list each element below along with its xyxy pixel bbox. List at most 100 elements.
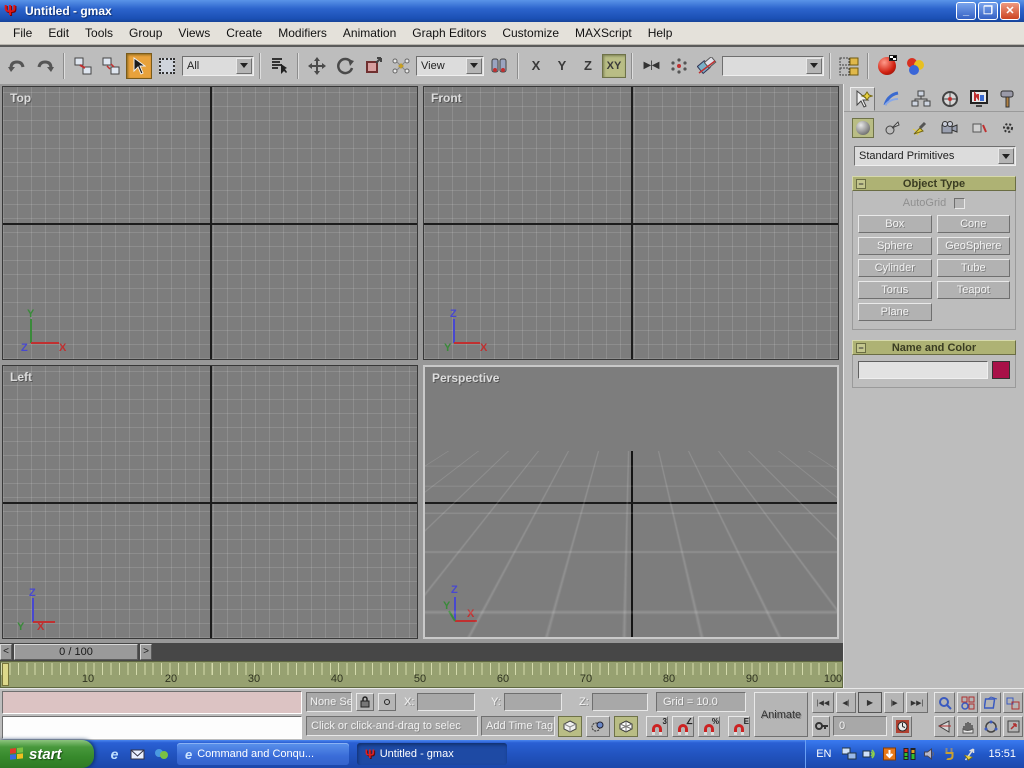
- tab-motion[interactable]: [937, 87, 962, 111]
- select-and-rotate-icon[interactable]: [332, 53, 358, 79]
- add-time-tag[interactable]: Add Time Tag: [481, 716, 555, 736]
- wireless-network-icon[interactable]: [862, 747, 877, 761]
- use-pivot-point-icon[interactable]: [486, 53, 512, 79]
- tab-display[interactable]: [966, 87, 991, 111]
- selection-region-icon[interactable]: [154, 53, 180, 79]
- menu-maxscript[interactable]: MAXScript: [568, 23, 639, 43]
- pan-hand-icon[interactable]: [957, 716, 978, 737]
- zoom-extents-icon[interactable]: [980, 692, 1001, 713]
- menu-views[interactable]: Views: [171, 23, 217, 43]
- chevron-down-icon[interactable]: [236, 58, 252, 74]
- chevron-down-icon[interactable]: [806, 58, 822, 74]
- angle-snap-icon[interactable]: ∠: [672, 716, 694, 737]
- box-button[interactable]: Box: [858, 215, 932, 233]
- reference-coordinate-dropdown[interactable]: View: [416, 56, 484, 76]
- volume-mixer-icon[interactable]: [902, 747, 917, 761]
- undo-icon[interactable]: [4, 53, 30, 79]
- percent-snap-icon[interactable]: %: [698, 716, 720, 737]
- unlink-selection-icon[interactable]: [98, 53, 124, 79]
- named-selection-sets-dropdown[interactable]: [722, 56, 824, 76]
- paint-selection-region-icon[interactable]: [586, 716, 610, 737]
- close-button[interactable]: ✕: [1000, 2, 1020, 20]
- viewport-front[interactable]: Front Z Y X: [423, 86, 839, 360]
- chevron-down-icon[interactable]: [998, 148, 1014, 164]
- autogrid-checkbox[interactable]: [954, 198, 965, 209]
- select-object-icon[interactable]: [126, 53, 152, 79]
- set-key-icon[interactable]: [812, 716, 830, 737]
- select-and-scale-icon[interactable]: [360, 53, 386, 79]
- selection-filter-dropdown[interactable]: All: [182, 56, 254, 76]
- min-max-toggle-icon[interactable]: [1003, 716, 1023, 737]
- sphere-button[interactable]: Sphere: [858, 237, 932, 255]
- geosphere-button[interactable]: GeoSphere: [937, 237, 1011, 255]
- category-lights[interactable]: [910, 118, 932, 138]
- start-button[interactable]: start: [0, 740, 94, 768]
- render-icon[interactable]: [874, 53, 900, 79]
- cylinder-button[interactable]: Cylinder: [858, 259, 932, 277]
- use-center-flyout-icon[interactable]: [388, 53, 414, 79]
- animate-button[interactable]: Animate: [754, 692, 808, 737]
- teapot-button[interactable]: Teapot: [937, 281, 1011, 299]
- next-frame-arrow[interactable]: >: [140, 644, 152, 660]
- viewport-top[interactable]: Top Y Z X: [2, 86, 418, 360]
- category-shapes[interactable]: [881, 118, 903, 138]
- restrict-y-button[interactable]: Y: [550, 54, 574, 78]
- previous-frame-button[interactable]: ◀|: [836, 692, 856, 713]
- restrict-z-button[interactable]: Z: [576, 54, 600, 78]
- chevron-down-icon[interactable]: [466, 58, 482, 74]
- menu-tools[interactable]: Tools: [78, 23, 120, 43]
- go-to-start-button[interactable]: |◀◀: [812, 692, 834, 713]
- y-coord-field[interactable]: [504, 693, 562, 711]
- language-indicator[interactable]: EN: [816, 748, 831, 760]
- tab-hierarchy[interactable]: [908, 87, 933, 111]
- plane-button[interactable]: Plane: [858, 303, 932, 321]
- select-by-name-icon[interactable]: [266, 53, 292, 79]
- track-bar[interactable]: 10 20 30 40 50 60 70 80 90 100: [0, 661, 843, 688]
- menu-help[interactable]: Help: [641, 23, 680, 43]
- task-command-and-conquer[interactable]: e Command and Conqu...: [177, 743, 349, 765]
- time-slider-button[interactable]: 0 / 100: [14, 644, 138, 660]
- menu-customize[interactable]: Customize: [495, 23, 566, 43]
- name-color-rollout-header[interactable]: − Name and Color: [852, 340, 1016, 355]
- menu-create[interactable]: Create: [219, 23, 269, 43]
- field-of-view-icon[interactable]: [934, 716, 955, 737]
- menu-edit[interactable]: Edit: [41, 23, 76, 43]
- menu-animation[interactable]: Animation: [336, 23, 403, 43]
- category-systems[interactable]: [997, 118, 1019, 138]
- tab-create[interactable]: [850, 87, 875, 111]
- frame-marker[interactable]: [2, 663, 9, 686]
- outlook-express-icon[interactable]: [129, 746, 146, 763]
- menu-modifiers[interactable]: Modifiers: [271, 23, 334, 43]
- restrict-xy-plane-button[interactable]: XY: [602, 54, 626, 78]
- antenna-icon[interactable]: [962, 747, 977, 761]
- align-icon[interactable]: [694, 53, 720, 79]
- tab-utilities[interactable]: [995, 87, 1020, 111]
- category-helpers[interactable]: [968, 118, 990, 138]
- menu-graph-editors[interactable]: Graph Editors: [405, 23, 493, 43]
- play-button[interactable]: ▶: [858, 692, 882, 713]
- arc-rotate-icon[interactable]: [980, 716, 1001, 737]
- select-and-link-icon[interactable]: [70, 53, 96, 79]
- minimize-button[interactable]: _: [956, 2, 976, 20]
- zoom-all-icon[interactable]: [957, 692, 978, 713]
- schematic-view-icon[interactable]: [836, 53, 862, 79]
- maxscript-listener-input[interactable]: [2, 716, 302, 739]
- absolute-offset-mode-icon[interactable]: [378, 693, 396, 711]
- collapse-icon[interactable]: −: [856, 179, 866, 189]
- time-configuration-icon[interactable]: [892, 716, 912, 737]
- tube-button[interactable]: Tube: [937, 259, 1011, 277]
- selection-lock-icon[interactable]: [356, 693, 374, 711]
- select-and-move-icon[interactable]: [304, 53, 330, 79]
- degradation-override-icon[interactable]: [614, 716, 638, 737]
- array-icon[interactable]: [666, 53, 692, 79]
- torus-button[interactable]: Torus: [858, 281, 932, 299]
- zoom-icon[interactable]: [934, 692, 955, 713]
- go-to-end-button[interactable]: ▶▶|: [906, 692, 928, 713]
- object-type-rollout-header[interactable]: − Object Type: [852, 176, 1016, 191]
- previous-frame-arrow[interactable]: <: [0, 644, 12, 660]
- speaker-icon[interactable]: [922, 747, 937, 761]
- category-cameras[interactable]: [939, 118, 961, 138]
- x-coord-field[interactable]: [417, 693, 475, 711]
- download-manager-icon[interactable]: [882, 747, 897, 761]
- msn-messenger-icon[interactable]: [152, 746, 169, 763]
